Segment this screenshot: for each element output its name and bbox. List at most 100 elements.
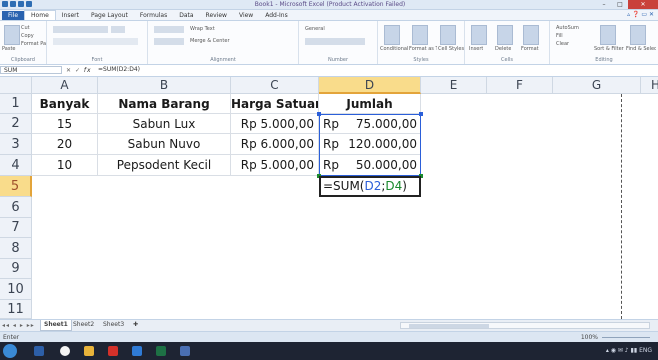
cell-a2[interactable]: 15 — [32, 114, 98, 134]
cell-b3[interactable]: Sabun Nuvo — [98, 134, 231, 155]
language-indicator[interactable]: ENG — [639, 347, 652, 354]
cell-b4[interactable]: Pepsodent Kecil — [98, 155, 231, 176]
cell-a1[interactable]: Banyak — [32, 94, 98, 114]
column-header-d[interactable]: D — [319, 77, 421, 94]
row-header-4[interactable]: 4 — [0, 155, 32, 176]
font-name-select[interactable] — [53, 26, 108, 33]
delete-button[interactable]: Delete — [495, 46, 511, 52]
sheet-nav-icon[interactable]: ◂◂ ◂ ▸ ▸▸ — [2, 320, 35, 331]
align-top-buttons[interactable] — [154, 26, 184, 33]
number-format-buttons[interactable] — [305, 38, 365, 45]
insert-function-icon[interactable]: fx — [84, 67, 92, 74]
fill-button[interactable]: Fill — [556, 33, 563, 39]
format-cells-icon[interactable] — [523, 25, 539, 45]
find-select-icon[interactable] — [630, 25, 646, 45]
row-header-5[interactable]: 5 — [0, 176, 32, 197]
font-style-buttons[interactable] — [53, 38, 138, 45]
excel-taskbar-icon[interactable] — [156, 346, 166, 356]
row-header-10[interactable]: 10 — [0, 279, 32, 300]
folder-icon[interactable] — [84, 346, 94, 356]
name-box[interactable]: SUM — [0, 66, 62, 74]
sort-filter-icon[interactable] — [600, 25, 616, 45]
column-header-a[interactable]: A — [32, 77, 98, 94]
merge-center-button[interactable]: Merge & Center — [190, 38, 230, 44]
cell-d4[interactable]: Rp 50.000,00 — [319, 155, 421, 176]
cell-c3[interactable]: Rp 6.000,00 — [231, 134, 319, 155]
cell-d3[interactable]: Rp 120.000,00 — [319, 134, 421, 155]
cell-c4[interactable]: Rp 5.000,00 — [231, 155, 319, 176]
sheet-tab-2[interactable]: Sheet2 — [70, 320, 97, 330]
tab-insert[interactable]: Insert — [56, 11, 85, 20]
insert-cells-icon[interactable] — [471, 25, 487, 45]
undo-icon[interactable] — [18, 1, 24, 7]
tab-formulas[interactable]: Formulas — [134, 11, 173, 20]
format-painter-button[interactable]: Format Painter — [21, 41, 46, 47]
cell-d1[interactable]: Jumlah — [319, 94, 421, 114]
close-button[interactable]: ✕ — [628, 0, 658, 9]
cell-styles-icon[interactable] — [440, 25, 456, 45]
tab-review[interactable]: Review — [200, 11, 233, 20]
cell-a4[interactable]: 10 — [32, 155, 98, 176]
row-header-3[interactable]: 3 — [0, 134, 32, 155]
paste-icon[interactable] — [4, 25, 20, 45]
sort-filter-button[interactable]: Sort & Filter — [594, 46, 624, 52]
column-header-f[interactable]: F — [487, 77, 553, 94]
tray-icons[interactable]: ▴ ◉ ✉ ♪ ▮▮ — [606, 347, 639, 354]
cell-d5-editing[interactable]: =SUM(D2;D4) — [319, 176, 421, 197]
column-header-b[interactable]: B — [98, 77, 231, 94]
cell-c1[interactable]: Harga Satuan — [231, 94, 319, 114]
font-size-select[interactable] — [111, 26, 125, 33]
cell-c2[interactable]: Rp 5.000,00 — [231, 114, 319, 134]
formula-input[interactable]: =SUM(D2:D4) — [98, 66, 654, 74]
row-header-2[interactable]: 2 — [0, 114, 32, 134]
tab-view[interactable]: View — [233, 11, 259, 20]
row-header-1[interactable]: 1 — [0, 94, 32, 114]
conditional-formatting-icon[interactable] — [384, 25, 400, 45]
wrap-text-button[interactable]: Wrap Text — [190, 26, 215, 32]
column-header-g[interactable]: G — [553, 77, 641, 94]
conditional-formatting-button[interactable]: Conditional Formatting — [380, 46, 408, 52]
horizontal-scrollbar[interactable] — [400, 322, 650, 329]
app-icon[interactable] — [132, 346, 142, 356]
worksheet-grid[interactable]: A B C D E F G H 1 2 3 4 5 6 7 8 9 10 11 … — [0, 77, 658, 319]
select-all-button[interactable] — [0, 77, 32, 94]
row-header-6[interactable]: 6 — [0, 197, 32, 218]
tab-add-ins[interactable]: Add-Ins — [259, 11, 293, 20]
cell-a3[interactable]: 20 — [32, 134, 98, 155]
clear-button[interactable]: Clear — [556, 41, 569, 47]
cell-b1[interactable]: Nama Barang — [98, 94, 231, 114]
align-horizontal-buttons[interactable] — [154, 38, 184, 45]
sheet-tab-3[interactable]: Sheet3 — [100, 320, 127, 330]
tab-data[interactable]: Data — [173, 11, 199, 20]
column-header-e[interactable]: E — [421, 77, 487, 94]
copy-button[interactable]: Copy — [21, 33, 34, 39]
insert-button[interactable]: Insert — [469, 46, 483, 52]
column-header-h[interactable]: H — [641, 77, 658, 94]
format-as-table-icon[interactable] — [412, 25, 428, 45]
sheet-tab-1[interactable]: Sheet1 — [40, 320, 72, 331]
find-select-button[interactable]: Find & Select — [626, 46, 656, 52]
row-header-9[interactable]: 9 — [0, 259, 32, 279]
redo-icon[interactable] — [26, 1, 32, 7]
tab-page-layout[interactable]: Page Layout — [85, 11, 134, 20]
delete-cells-icon[interactable] — [497, 25, 513, 45]
browser-icon[interactable] — [60, 346, 70, 356]
new-sheet-icon[interactable]: ✚ — [130, 320, 141, 330]
cell-d2[interactable]: Rp 75.000,00 — [319, 114, 421, 134]
row-header-11[interactable]: 11 — [0, 300, 32, 319]
format-as-table-button[interactable]: Format as Table — [409, 46, 437, 52]
cell-b2[interactable]: Sabun Lux — [98, 114, 231, 134]
save-icon[interactable] — [10, 1, 16, 7]
app-icon[interactable] — [34, 346, 44, 356]
row-header-7[interactable]: 7 — [0, 218, 32, 238]
app-icon[interactable] — [180, 346, 190, 356]
paste-button[interactable]: Paste — [2, 46, 16, 52]
row-header-8[interactable]: 8 — [0, 238, 32, 259]
zoom-slider[interactable] — [602, 337, 650, 338]
media-icon[interactable] — [108, 346, 118, 356]
minimize-button[interactable]: – — [596, 0, 612, 9]
number-format-select[interactable]: General — [305, 26, 325, 32]
help-icon[interactable]: ▵ ❓ ▭ ✕ — [627, 11, 654, 18]
tab-home[interactable]: Home — [24, 10, 56, 20]
start-icon[interactable] — [3, 344, 17, 358]
